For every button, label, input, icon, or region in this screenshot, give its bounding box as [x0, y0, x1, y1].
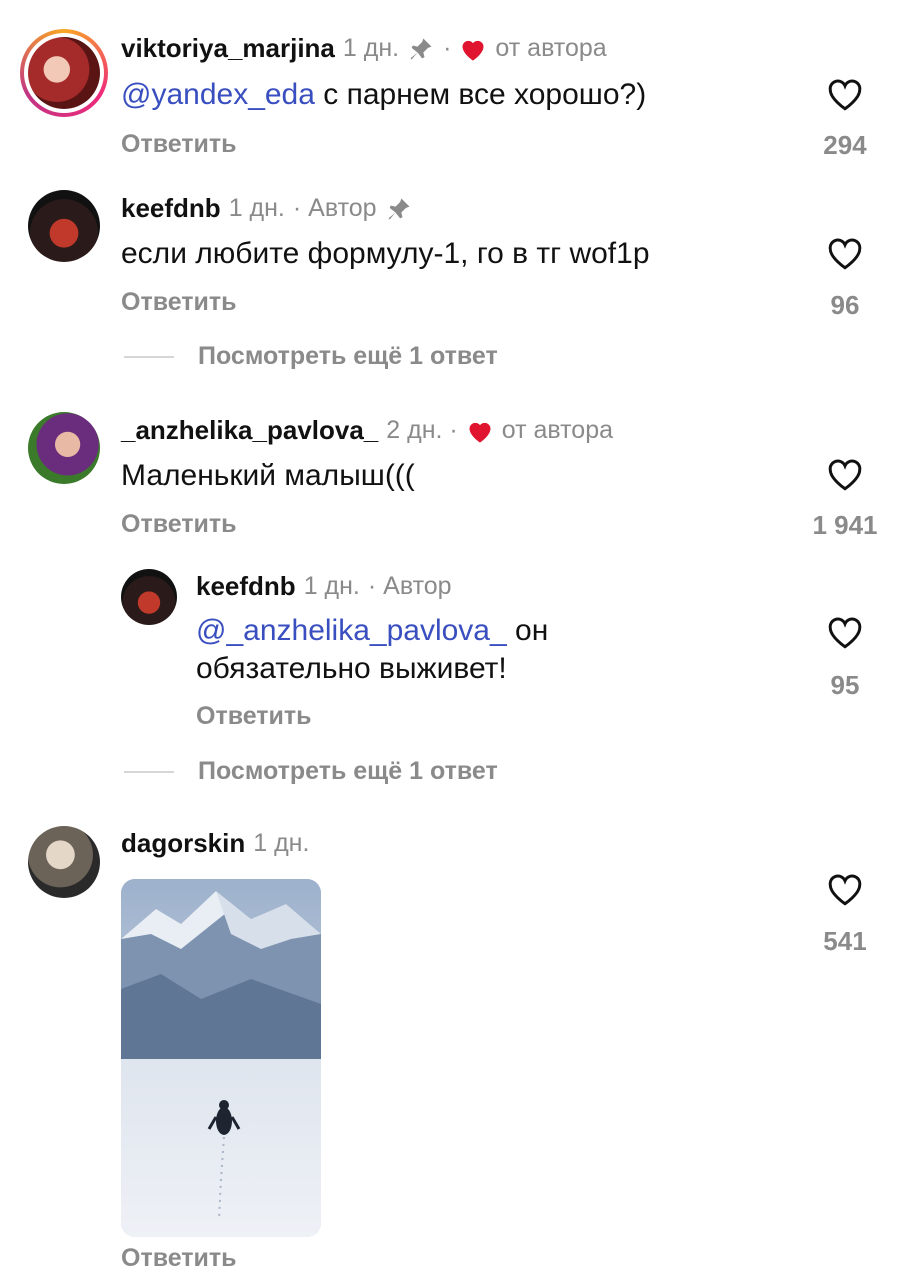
view-more-replies-button[interactable]: Посмотреть ещё 1 ответ — [198, 342, 498, 371]
comment-item: dagorskin 1 дн. Ответить 541 — [0, 806, 909, 1280]
like-count: 95 — [830, 670, 860, 700]
comment-time: 2 дн. · — [386, 416, 458, 444]
comment-item: keefdnb 1 дн. · Автор если любите формул… — [0, 170, 909, 380]
comment-text: Маленький малыш((( — [121, 459, 415, 492]
comment-text: @_anzhelika_pavlova_ он обязательно выжи… — [196, 614, 549, 685]
pin-icon — [388, 198, 410, 219]
reply-button[interactable]: Ответить — [121, 1244, 237, 1273]
avatar — [28, 37, 100, 109]
mention-link[interactable]: @yandex_eda — [121, 78, 315, 111]
comment-item: viktoriya_marjina 1 дн. · от автора @yan… — [0, 0, 909, 170]
username[interactable]: viktoriya_marjina — [121, 33, 335, 64]
comment-time: 1 дн. — [253, 829, 310, 857]
avatar-story-ring[interactable] — [20, 29, 108, 117]
penguin-image — [121, 879, 321, 1237]
avatar[interactable] — [28, 190, 100, 262]
divider — [124, 356, 174, 358]
heart-filled-icon — [462, 40, 484, 61]
author-badge: · Автор — [367, 572, 452, 600]
author-badge: · Автор — [292, 194, 377, 222]
divider — [124, 771, 174, 773]
attached-image[interactable] — [121, 879, 321, 1237]
heart-filled-icon — [469, 422, 491, 443]
heart-outline-icon[interactable] — [825, 614, 865, 650]
avatar[interactable] — [28, 412, 100, 484]
reply-button[interactable]: Ответить — [121, 130, 237, 159]
view-more-replies-button[interactable]: Посмотреть ещё 1 ответ — [198, 757, 498, 786]
comment-text: @yandex_eda с парнем все хорошо?) — [121, 78, 647, 111]
username[interactable]: keefdnb — [196, 571, 296, 602]
comment-time: 1 дн. — [228, 194, 285, 222]
comment-text: если любите формулу-1, го в тг wof1p — [121, 237, 650, 270]
liked-by-author-label: от автора — [495, 34, 607, 62]
reply-button[interactable]: Ответить — [121, 288, 237, 317]
reply-button[interactable]: Ответить — [121, 510, 237, 539]
avatar[interactable] — [28, 826, 100, 898]
like-count: 294 — [823, 130, 867, 160]
heart-outline-icon[interactable] — [825, 871, 865, 907]
comment-time: 1 дн. — [303, 572, 360, 600]
heart-outline-icon[interactable] — [825, 235, 865, 271]
comment-item: _anzhelika_pavlova_ 2 дн. · от автора Ма… — [0, 392, 909, 552]
username[interactable]: dagorskin — [121, 828, 245, 859]
reply-item: keefdnb 1 дн. · Автор @_anzhelika_pavlov… — [0, 552, 909, 802]
pin-icon — [410, 38, 432, 59]
avatar[interactable] — [121, 569, 177, 625]
liked-by-author-label: от автора — [501, 416, 614, 444]
username[interactable]: _anzhelika_pavlova_ — [121, 415, 378, 446]
comment-time: 1 дн. — [342, 34, 400, 62]
username[interactable]: keefdnb — [121, 193, 221, 224]
like-count: 1 941 — [812, 510, 878, 540]
like-count: 96 — [830, 290, 860, 320]
mention-link[interactable]: @_anzhelika_pavlova_ — [196, 614, 507, 647]
heart-outline-icon[interactable] — [825, 76, 865, 112]
like-count: 541 — [823, 926, 867, 956]
heart-outline-icon[interactable] — [825, 456, 865, 492]
reply-button[interactable]: Ответить — [196, 702, 312, 731]
